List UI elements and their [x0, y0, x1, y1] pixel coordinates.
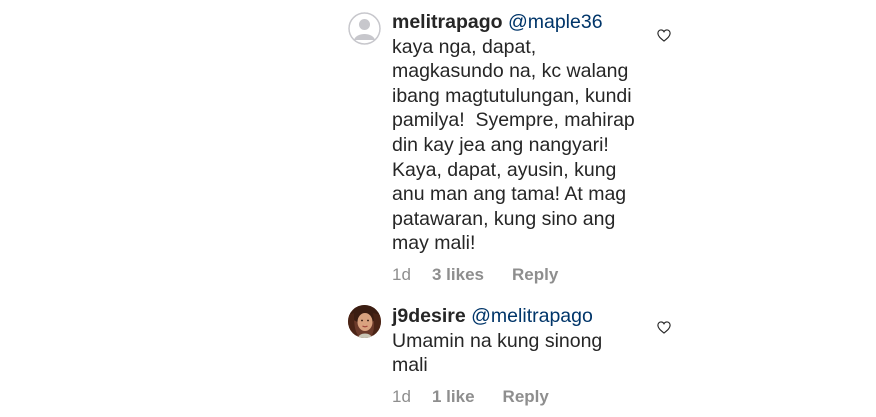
avatar[interactable]	[348, 12, 381, 45]
comment-line: may mali!	[392, 232, 476, 255]
comment-meta: 1d 1 like Reply	[392, 385, 642, 410]
default-avatar-icon	[348, 12, 381, 45]
comment-line: Kaya, dapat, ayusin, kung	[392, 158, 617, 181]
comment-text: melitrapago @maple36 kaya nga, dapat, ma…	[392, 10, 642, 256]
comment-content: j9desire @melitrapago Umamin na kung sin…	[392, 304, 642, 409]
photo-avatar-icon	[348, 305, 381, 338]
comment-line: ibang magtutulungan, kundi	[392, 84, 632, 107]
avatar[interactable]	[348, 305, 381, 338]
comment-content: melitrapago @maple36 kaya nga, dapat, ma…	[392, 10, 642, 288]
comment-line: pamilya! Syempre, mahirap	[392, 109, 635, 132]
comment-line: kaya nga, dapat,	[392, 35, 537, 58]
comment-line: mali	[392, 354, 428, 377]
heart-outline-icon[interactable]	[657, 321, 671, 334]
heart-outline-icon[interactable]	[657, 29, 671, 42]
comment-username[interactable]: melitrapago	[392, 11, 503, 33]
comment-line: patawaran, kung sino ang	[392, 207, 616, 230]
reply-button[interactable]: Reply	[503, 385, 549, 410]
comment-line: anu man ang tama! At mag	[392, 183, 627, 206]
comment-line: din kay jea ang nangyari!	[392, 133, 609, 156]
comment-line: magkasundo na, kc walang	[392, 60, 629, 83]
reply-button[interactable]: Reply	[512, 263, 558, 288]
comment-mention[interactable]: @maple36	[508, 11, 603, 33]
comment-likes-count[interactable]: 1 like	[432, 385, 475, 410]
comment-likes-count[interactable]: 3 likes	[432, 263, 484, 288]
comment-meta: 1d 3 likes Reply	[392, 263, 642, 288]
comment-time: 1d	[392, 386, 411, 406]
comment-text: j9desire @melitrapago Umamin na kung sin…	[392, 304, 642, 378]
comment-line: Umamin na kung sinong	[392, 329, 603, 352]
comment-username[interactable]: j9desire	[392, 305, 466, 327]
comment-time: 1d	[392, 264, 411, 284]
comment-mention[interactable]: @melitrapago	[471, 305, 593, 327]
